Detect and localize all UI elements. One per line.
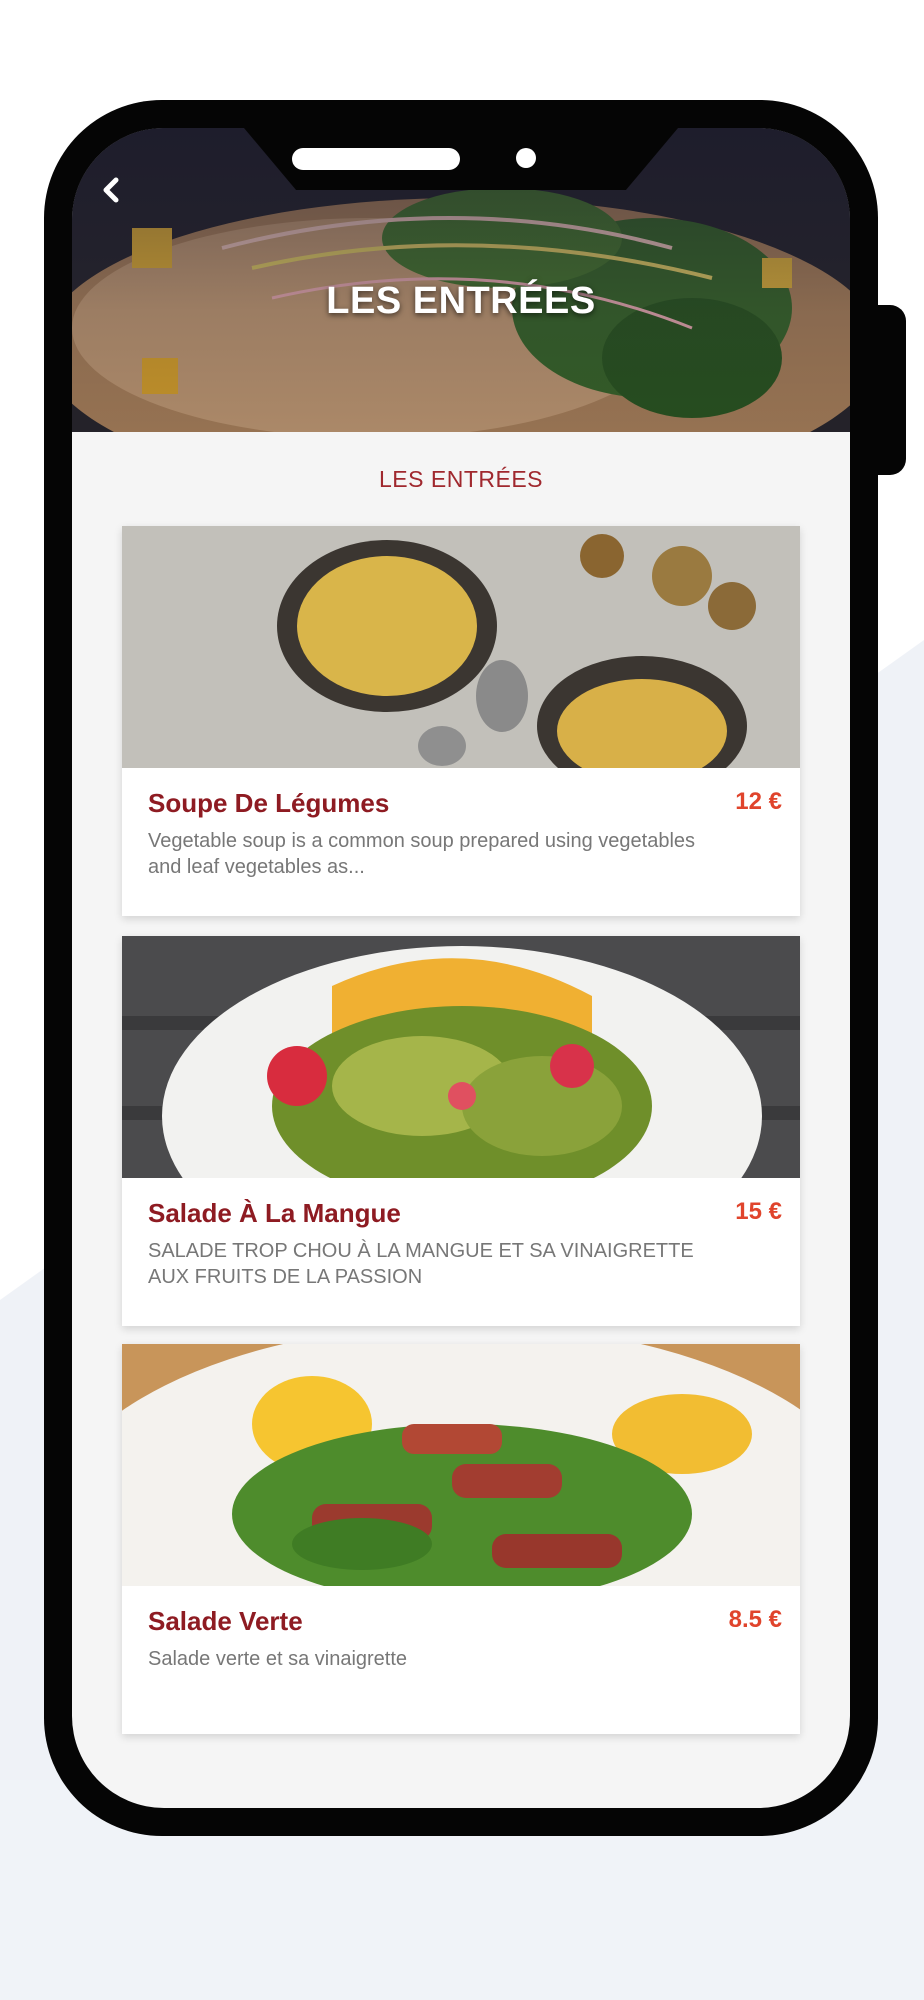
menu-item-image [122, 936, 800, 1178]
back-button[interactable] [90, 168, 134, 212]
menu-item-description: SALADE TROP CHOU À LA MANGUE ET SA VINAI… [148, 1240, 694, 1288]
phone-camera [516, 148, 536, 168]
menu-item-card[interactable]: Soupe De Légumes 12 € Vegetable soup is … [122, 526, 800, 916]
section-title: LES ENTRÉES [379, 466, 543, 492]
page-title: LES ENTRÉES [326, 280, 596, 322]
menu-item-image [122, 526, 800, 768]
menu-item-description: Salade verte et sa vinaigrette [148, 1648, 408, 1670]
menu-item-price: 15 € [735, 1198, 782, 1225]
menu-item-name: Soupe De Légumes [148, 788, 390, 818]
menu-item-name: Salade À La Mangue [148, 1198, 401, 1228]
menu-item-card[interactable]: Salade Verte 8.5 € Salade verte et sa vi… [122, 1344, 800, 1734]
menu-item-price: 12 € [735, 788, 782, 815]
menu-item-price: 8.5 € [728, 1606, 782, 1633]
menu-item-card[interactable]: Salade À La Mangue 15 € SALADE TROP CHOU… [122, 936, 800, 1326]
app-screen: LES ENTRÉES LES ENTRÉES Soupe De Légumes… [72, 128, 850, 1808]
menu-item-description: Vegetable soup is a common soup prepared… [148, 830, 696, 878]
phone-speaker [292, 148, 460, 170]
chevron-left-icon [103, 177, 119, 203]
menu-item-name: Salade Verte [148, 1606, 303, 1636]
header-hero: LES ENTRÉES [72, 128, 850, 432]
menu-item-image [122, 1344, 800, 1586]
